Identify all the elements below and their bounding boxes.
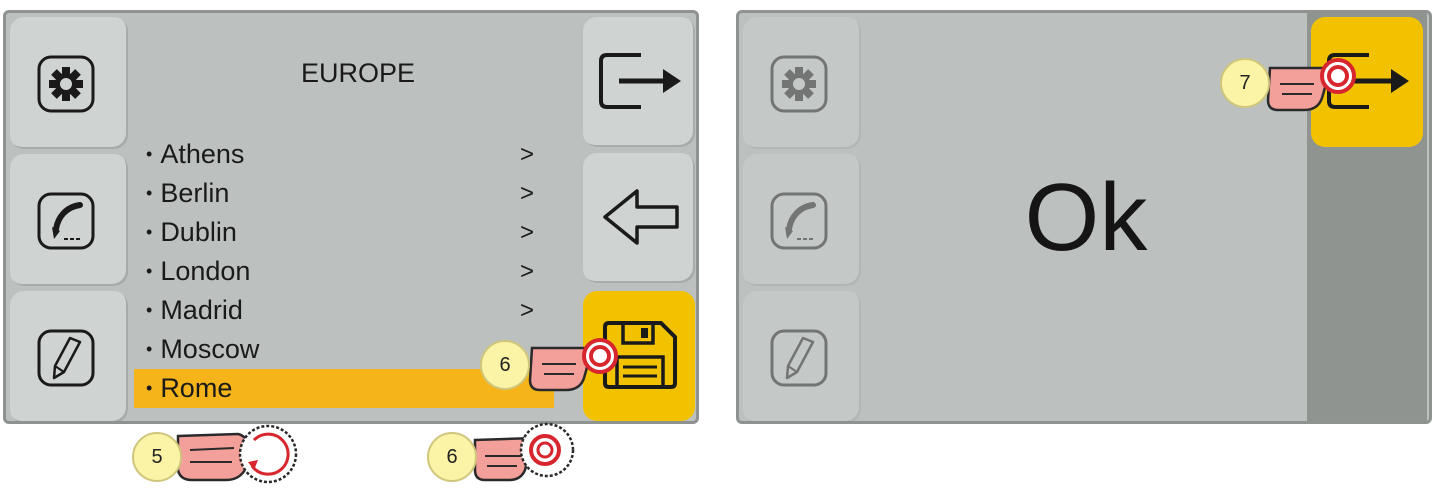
city-list-item[interactable]: • London > xyxy=(134,252,554,291)
bullet: • xyxy=(146,300,153,320)
gear-icon xyxy=(770,55,828,113)
city-name: Berlin xyxy=(160,178,230,208)
settings-button xyxy=(743,17,861,149)
bullet: • xyxy=(146,222,153,242)
settings-button[interactable] xyxy=(10,17,128,149)
welding-torch-icon xyxy=(770,192,828,250)
city-name: Rome xyxy=(160,373,233,403)
city-name: Moscow xyxy=(160,334,260,364)
city-list-item[interactable]: • Berlin > xyxy=(134,174,554,213)
bullet: • xyxy=(146,261,153,281)
chevron-right-icon: > xyxy=(519,258,534,285)
bullet: • xyxy=(146,378,153,398)
side-menu-disabled xyxy=(739,13,866,421)
city-name: Dublin xyxy=(160,217,237,247)
exit-icon xyxy=(599,53,681,109)
back-button[interactable] xyxy=(583,153,695,283)
step-badge: 6 xyxy=(427,432,477,482)
step-7-tap-exit: 7 xyxy=(1218,40,1378,120)
city-name: Athens xyxy=(160,139,245,169)
step-badge: 5 xyxy=(132,432,182,482)
chevron-right-icon: > xyxy=(519,141,534,168)
city-name: London xyxy=(160,256,251,286)
step-6-tap-save: 6 xyxy=(480,320,640,400)
chevron-right-icon: > xyxy=(519,180,534,207)
side-menu xyxy=(6,13,133,421)
exit-button[interactable] xyxy=(583,17,695,147)
welding-mode-button[interactable] xyxy=(10,154,128,286)
edit-button[interactable] xyxy=(10,291,128,421)
step-6-press-knob: 6 xyxy=(425,414,585,494)
step-badge: 6 xyxy=(480,340,530,390)
chevron-right-icon: > xyxy=(519,219,534,246)
pencil-icon xyxy=(37,329,95,387)
page-title: EUROPE xyxy=(300,58,416,88)
step-badge: 7 xyxy=(1220,58,1270,108)
edit-button xyxy=(743,291,861,421)
gear-icon xyxy=(37,55,95,113)
welding-mode-button xyxy=(743,154,861,286)
bullet: • xyxy=(146,144,153,164)
bullet: • xyxy=(146,183,153,203)
city-list-item[interactable]: • Dublin > xyxy=(134,213,554,252)
city-list-item[interactable]: • Athens > xyxy=(134,135,554,174)
step-5-rotate-knob: 5 xyxy=(130,414,298,494)
bullet: • xyxy=(146,339,153,359)
confirmation-message: Ok xyxy=(1024,164,1148,271)
welding-torch-icon xyxy=(37,192,95,250)
back-arrow-icon xyxy=(603,189,679,245)
pencil-icon xyxy=(770,329,828,387)
city-name: Madrid xyxy=(160,295,243,325)
